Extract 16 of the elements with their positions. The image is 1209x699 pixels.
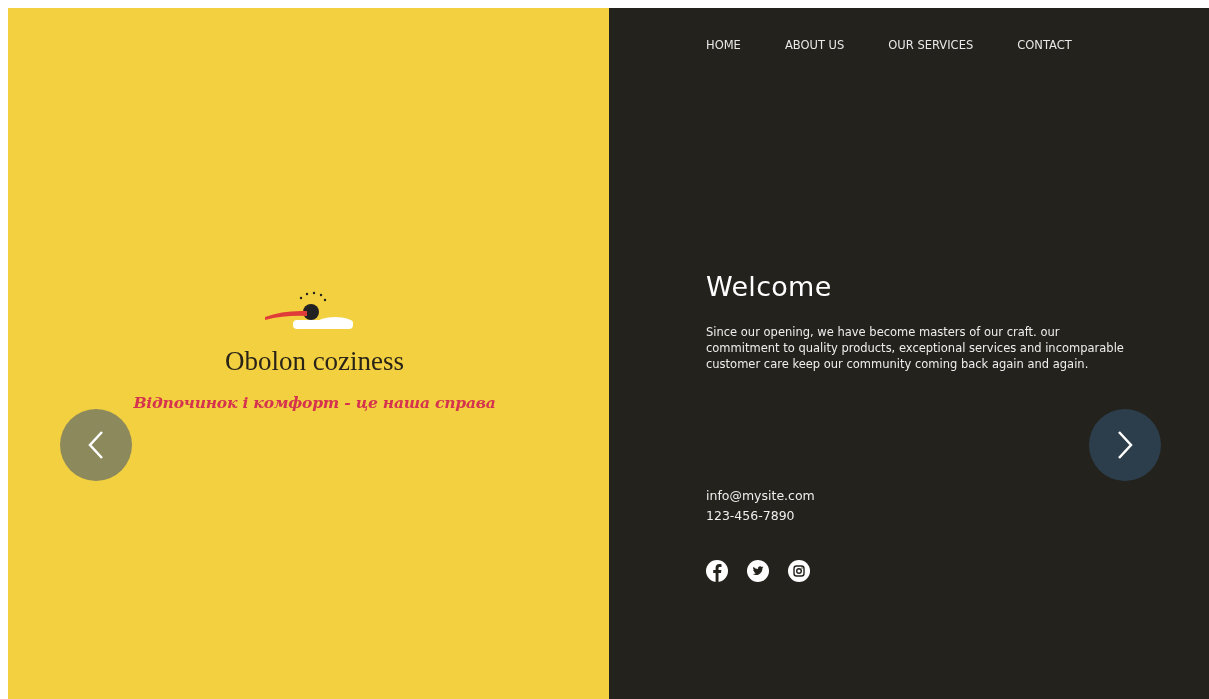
- welcome-text: Since our opening, we have become masters of our craft. our commitment to quality products, exceptional services and incomparable customer care keep our community coming back again and again.: [706, 324, 1125, 372]
- nav-link[interactable]: ABOUT US: [784, 38, 845, 52]
- facebook-icon[interactable]: [706, 560, 728, 582]
- brand-title: Obolon coziness: [224, 346, 405, 377]
- nav-link[interactable]: HOME: [706, 38, 741, 52]
- phone-text: 123-456-7890: [706, 507, 796, 525]
- chevron-left-icon: [88, 430, 104, 460]
- twitter-icon[interactable]: [747, 560, 769, 582]
- nav-link[interactable]: CONTACT: [1017, 38, 1072, 52]
- logo-icon: [262, 290, 355, 330]
- nav-link[interactable]: OUR SERVICES: [888, 38, 974, 52]
- instagram-icon[interactable]: [788, 560, 810, 582]
- brand-tagline: Відпочинок і комфорт - це наша справа: [133, 393, 496, 412]
- email-text: info@mysite.com: [706, 487, 816, 505]
- chevron-right-icon: [1117, 430, 1133, 460]
- welcome-heading: Welcome: [706, 271, 833, 302]
